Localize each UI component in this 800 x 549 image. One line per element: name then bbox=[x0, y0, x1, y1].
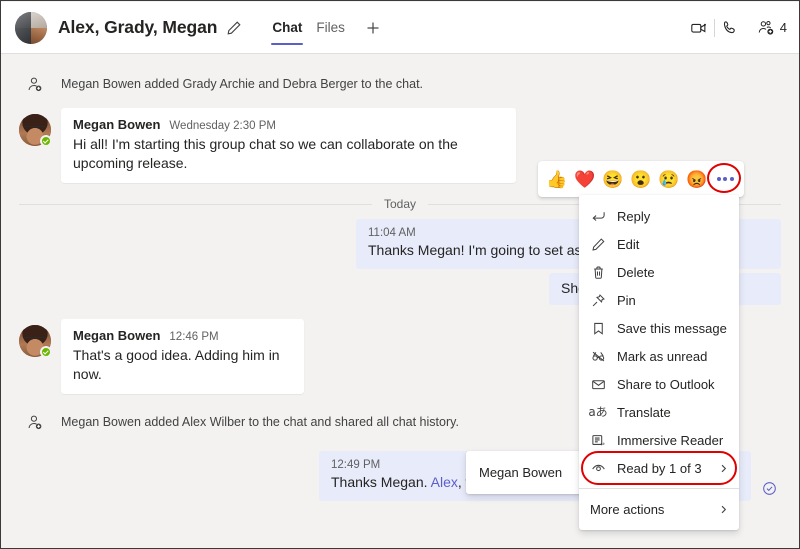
menu-item-label: Delete bbox=[617, 265, 655, 280]
chat-header: Alex, Grady, Megan Chat Files bbox=[1, 2, 799, 54]
message-bubble[interactable]: Megan Bowen 12:46 PM That's a good idea.… bbox=[61, 319, 304, 394]
menu-item-label: Save this message bbox=[617, 321, 727, 336]
menu-item-translate[interactable]: aあ Translate bbox=[579, 398, 739, 426]
tab-chat[interactable]: Chat bbox=[265, 2, 309, 53]
surprised-reaction[interactable]: 😮 bbox=[627, 165, 655, 193]
chat-tabs: Chat Files bbox=[265, 2, 384, 53]
plus-icon[interactable] bbox=[362, 17, 384, 39]
menu-item-save-this-message[interactable]: Save this message bbox=[579, 314, 739, 342]
message-text: That's a good idea. Adding him in now. bbox=[73, 346, 292, 384]
reply-arrow-icon bbox=[588, 209, 608, 224]
header-actions: 4 bbox=[684, 14, 787, 42]
message-meta: Megan Bowen Wednesday 2:30 PM bbox=[73, 117, 504, 132]
avatar[interactable] bbox=[19, 114, 51, 146]
person-flyout-name: Megan Bowen bbox=[479, 465, 562, 480]
reaction-bar: 👍 ❤️ 😆 😮 😢 😡 bbox=[538, 161, 744, 197]
system-message-text: Megan Bowen added Alex Wilber to the cha… bbox=[61, 415, 459, 429]
presence-available-icon bbox=[40, 346, 52, 358]
menu-item-label: More actions bbox=[590, 502, 664, 517]
menu-item-label: Translate bbox=[617, 405, 671, 420]
menu-item-label: Share to Outlook bbox=[617, 377, 715, 392]
group-avatar[interactable] bbox=[15, 12, 47, 44]
add-people-icon bbox=[757, 19, 776, 37]
menu-item-label: Immersive Reader bbox=[617, 433, 723, 448]
message-text-before: Thanks Megan. bbox=[331, 474, 431, 490]
chevron-right-icon bbox=[718, 463, 729, 474]
teams-chat-window: Alex, Grady, Megan Chat Files bbox=[0, 0, 800, 549]
menu-item-share-to-outlook[interactable]: Share to Outlook bbox=[579, 370, 739, 398]
divider-line-left bbox=[19, 204, 372, 205]
chevron-right-icon bbox=[718, 504, 729, 515]
translate-icon: aあ bbox=[588, 406, 608, 418]
menu-item-mark-as-unread[interactable]: Mark as unread bbox=[579, 342, 739, 370]
avatar[interactable] bbox=[19, 325, 51, 357]
tab-files-label: Files bbox=[316, 20, 345, 35]
sad-reaction[interactable]: 😢 bbox=[655, 165, 683, 193]
menu-item-label: Pin bbox=[617, 293, 636, 308]
thumbs-up-reaction[interactable]: 👍 bbox=[543, 165, 571, 193]
envelope-icon bbox=[588, 377, 608, 392]
message-sender: Megan Bowen bbox=[73, 117, 160, 132]
menu-item-edit[interactable]: Edit bbox=[579, 230, 739, 258]
ellipsis-icon bbox=[717, 177, 734, 181]
presence-available-icon bbox=[40, 135, 52, 147]
bookmark-icon bbox=[588, 321, 608, 336]
system-message-text: Megan Bowen added Grady Archie and Debra… bbox=[61, 77, 423, 91]
menu-item-more-actions[interactable]: More actions bbox=[579, 495, 739, 523]
call-buttons bbox=[684, 14, 745, 42]
message-timestamp: 12:46 PM bbox=[169, 331, 218, 343]
menu-item-pin[interactable]: Pin bbox=[579, 286, 739, 314]
menu-item-read-by[interactable]: Read by 1 of 3 bbox=[579, 454, 739, 482]
system-message: Megan Bowen added Grady Archie and Debra… bbox=[19, 64, 781, 104]
message-sender: Megan Bowen bbox=[73, 328, 160, 343]
menu-item-label: Read by 1 of 3 bbox=[617, 461, 702, 476]
more-options-button[interactable] bbox=[711, 165, 739, 193]
phone-icon[interactable] bbox=[715, 14, 745, 42]
page-title: Alex, Grady, Megan bbox=[58, 17, 217, 38]
laugh-reaction[interactable]: 😆 bbox=[599, 165, 627, 193]
date-divider-label: Today bbox=[372, 197, 428, 211]
video-camera-icon[interactable] bbox=[684, 14, 714, 42]
message-timestamp: Wednesday 2:30 PM bbox=[169, 120, 276, 132]
mark-unread-icon bbox=[588, 349, 608, 364]
message-meta: Megan Bowen 12:46 PM bbox=[73, 328, 292, 343]
eye-icon bbox=[588, 461, 608, 476]
message-context-menu: Reply Edit Delete bbox=[579, 195, 739, 530]
menu-item-immersive-reader[interactable]: Immersive Reader bbox=[579, 426, 739, 454]
person-flyout[interactable]: Megan Bowen bbox=[466, 451, 583, 494]
tab-files[interactable]: Files bbox=[309, 2, 352, 53]
menu-item-label: Edit bbox=[617, 237, 639, 252]
menu-item-label: Mark as unread bbox=[617, 349, 707, 364]
participants-button[interactable]: 4 bbox=[757, 19, 787, 37]
heart-reaction[interactable]: ❤️ bbox=[571, 165, 599, 193]
pin-icon bbox=[588, 293, 608, 308]
trash-icon bbox=[588, 265, 608, 280]
immersive-reader-icon bbox=[588, 433, 608, 448]
menu-item-reply[interactable]: Reply bbox=[579, 202, 739, 230]
menu-item-delete[interactable]: Delete bbox=[579, 258, 739, 286]
message-bubble[interactable]: Megan Bowen Wednesday 2:30 PM Hi all! I'… bbox=[61, 108, 516, 183]
seen-check-icon bbox=[762, 481, 778, 497]
pencil-icon bbox=[588, 237, 608, 252]
menu-separator bbox=[579, 488, 739, 489]
participant-count: 4 bbox=[780, 20, 787, 35]
angry-reaction[interactable]: 😡 bbox=[683, 165, 711, 193]
tab-chat-label: Chat bbox=[272, 20, 302, 35]
add-person-icon bbox=[19, 75, 51, 94]
mention-link[interactable]: Alex bbox=[431, 474, 458, 490]
message-text: Hi all! I'm starting this group chat so … bbox=[73, 135, 504, 173]
menu-item-label: Reply bbox=[617, 209, 650, 224]
add-person-icon bbox=[19, 413, 51, 432]
pencil-icon[interactable] bbox=[225, 19, 243, 37]
